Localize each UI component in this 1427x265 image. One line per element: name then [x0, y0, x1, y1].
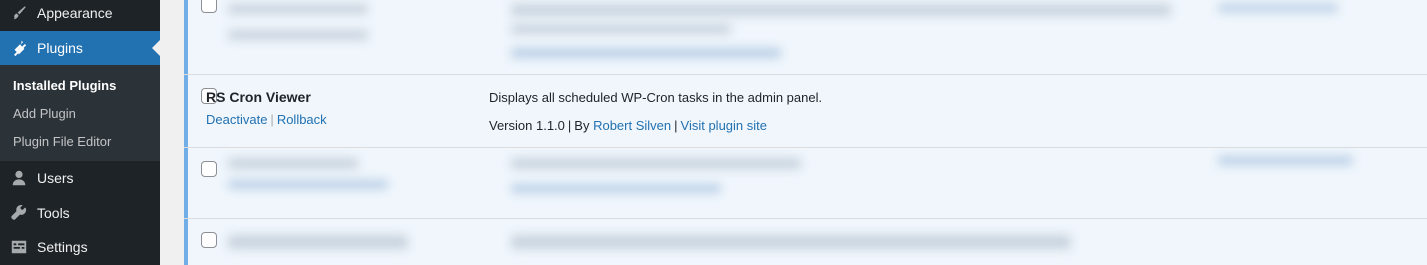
plugin-description: Displays all scheduled WP-Cron tasks in … [489, 90, 823, 105]
menu-item-settings[interactable]: Settings [0, 230, 160, 264]
menu-item-tools[interactable]: Tools [0, 196, 160, 230]
blurred-text [228, 4, 368, 14]
menu-item-label: Plugins [37, 40, 83, 56]
plugin-version: Version 1.1.0 [489, 118, 565, 133]
plugin-name: RS Cron Viewer [206, 89, 311, 105]
plugin-row-actions: Deactivate | Rollback [206, 112, 327, 127]
rollback-link[interactable]: Rollback [277, 112, 327, 127]
plugin-row-rs-cron-viewer [184, 75, 1427, 147]
menu-item-appearance[interactable]: Appearance [0, 0, 160, 30]
menu-item-label: Appearance [37, 5, 113, 21]
action-separator: | [270, 112, 274, 127]
settings-icon [9, 237, 29, 257]
plugins-submenu: Installed Plugins Add Plugin Plugin File… [0, 65, 160, 161]
plugin-row-blurred [184, 219, 1427, 265]
blurred-text [1218, 4, 1338, 12]
meta-separator: | [674, 118, 678, 133]
meta-separator: | [567, 118, 572, 133]
blurred-text [511, 48, 781, 58]
blurred-text [511, 184, 721, 193]
wrench-icon [9, 203, 29, 223]
blurred-text [228, 158, 358, 169]
user-icon [9, 168, 29, 188]
row-checkbox[interactable] [201, 0, 217, 13]
visit-plugin-site-link[interactable]: Visit plugin site [681, 118, 767, 133]
blurred-text [511, 24, 731, 34]
plugin-meta: Version 1.1.0 | By Robert Silven | Visit plu… [489, 118, 767, 133]
current-menu-arrow [152, 40, 160, 56]
blurred-text [511, 235, 1071, 249]
plugin-author-link[interactable]: Robert Silven [593, 118, 671, 133]
admin-sidebar: Appearance Plugins Installed Plugins Add… [0, 0, 160, 265]
blurred-text [511, 158, 801, 169]
row-checkbox[interactable] [201, 161, 217, 177]
menu-item-label: Tools [37, 205, 70, 221]
menu-item-users[interactable]: Users [0, 161, 160, 195]
blurred-text [511, 4, 1171, 16]
paintbrush-icon [9, 3, 29, 23]
submenu-add-plugin[interactable]: Add Plugin [13, 106, 76, 121]
plugin-row-blurred [184, 0, 1427, 75]
menu-item-plugins[interactable]: Plugins [0, 31, 160, 65]
submenu-plugin-file-editor[interactable]: Plugin File Editor [13, 134, 111, 149]
blurred-text [228, 180, 388, 189]
blurred-text [228, 30, 368, 40]
plugin-row-blurred [184, 148, 1427, 218]
submenu-installed-plugins[interactable]: Installed Plugins [13, 78, 116, 93]
menu-item-label: Settings [37, 239, 88, 255]
menu-item-label: Users [37, 170, 74, 186]
plugin-icon [9, 38, 29, 58]
blurred-text [1218, 156, 1353, 165]
plugin-by-label: By [574, 118, 590, 133]
blurred-text [228, 235, 408, 249]
plugins-list: RS Cron Viewer Deactivate | Rollback Displ… [161, 0, 1427, 265]
row-checkbox[interactable] [201, 232, 217, 248]
deactivate-link[interactable]: Deactivate [206, 112, 267, 127]
